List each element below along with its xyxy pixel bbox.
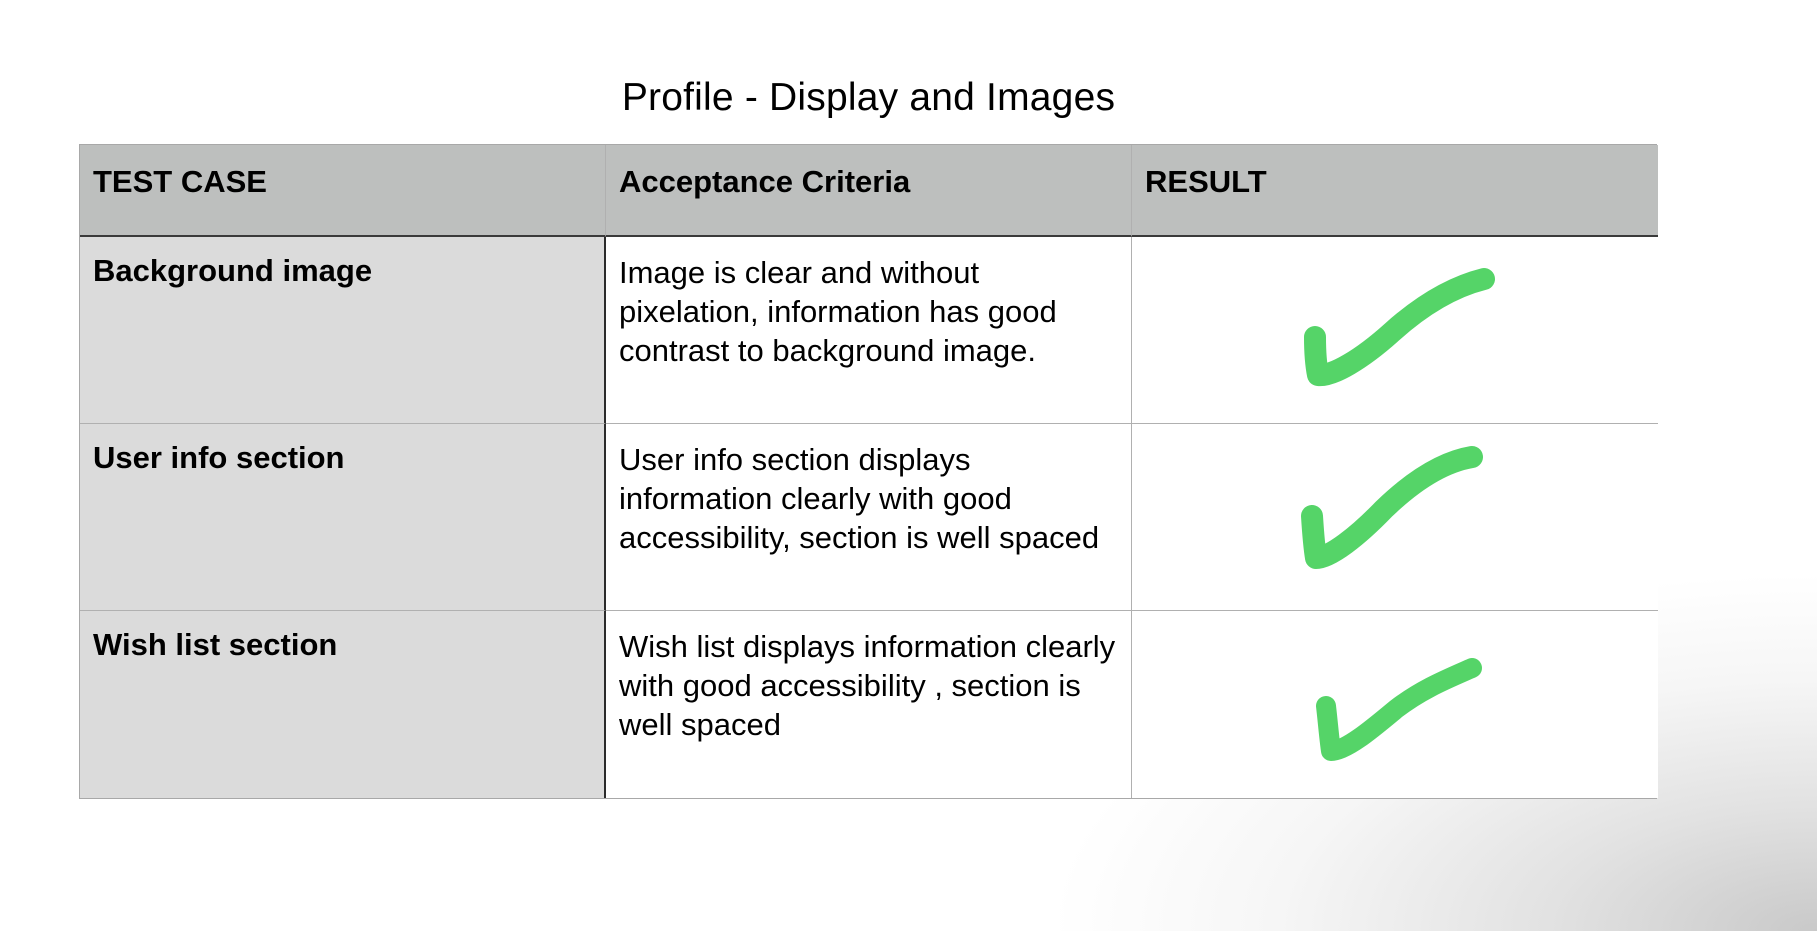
result-cell xyxy=(1132,424,1658,611)
test-case-cell: Background image xyxy=(80,237,606,424)
acceptance-criteria-cell: Image is clear and without pixelation, i… xyxy=(606,237,1132,424)
result-cell xyxy=(1132,611,1658,798)
page-title: Profile - Display and Images xyxy=(621,76,1116,119)
checkmark-icon xyxy=(1301,446,1483,569)
checkmark-icon xyxy=(1316,658,1482,761)
acceptance-criteria-cell: Wish list displays information clearly w… xyxy=(606,611,1132,798)
column-header-result: RESULT xyxy=(1132,145,1658,237)
acceptance-criteria-cell: User info section displays information c… xyxy=(606,424,1132,611)
checkmark-icon xyxy=(1304,268,1495,387)
result-cell xyxy=(1132,237,1658,424)
column-header-acceptance-criteria: Acceptance Criteria xyxy=(606,145,1132,237)
test-case-cell: Wish list section xyxy=(80,611,606,798)
test-case-cell: User info section xyxy=(80,424,606,611)
column-header-test-case: TEST CASE xyxy=(80,145,606,237)
test-results-table: TEST CASE Acceptance Criteria RESULT Bac… xyxy=(79,144,1658,799)
